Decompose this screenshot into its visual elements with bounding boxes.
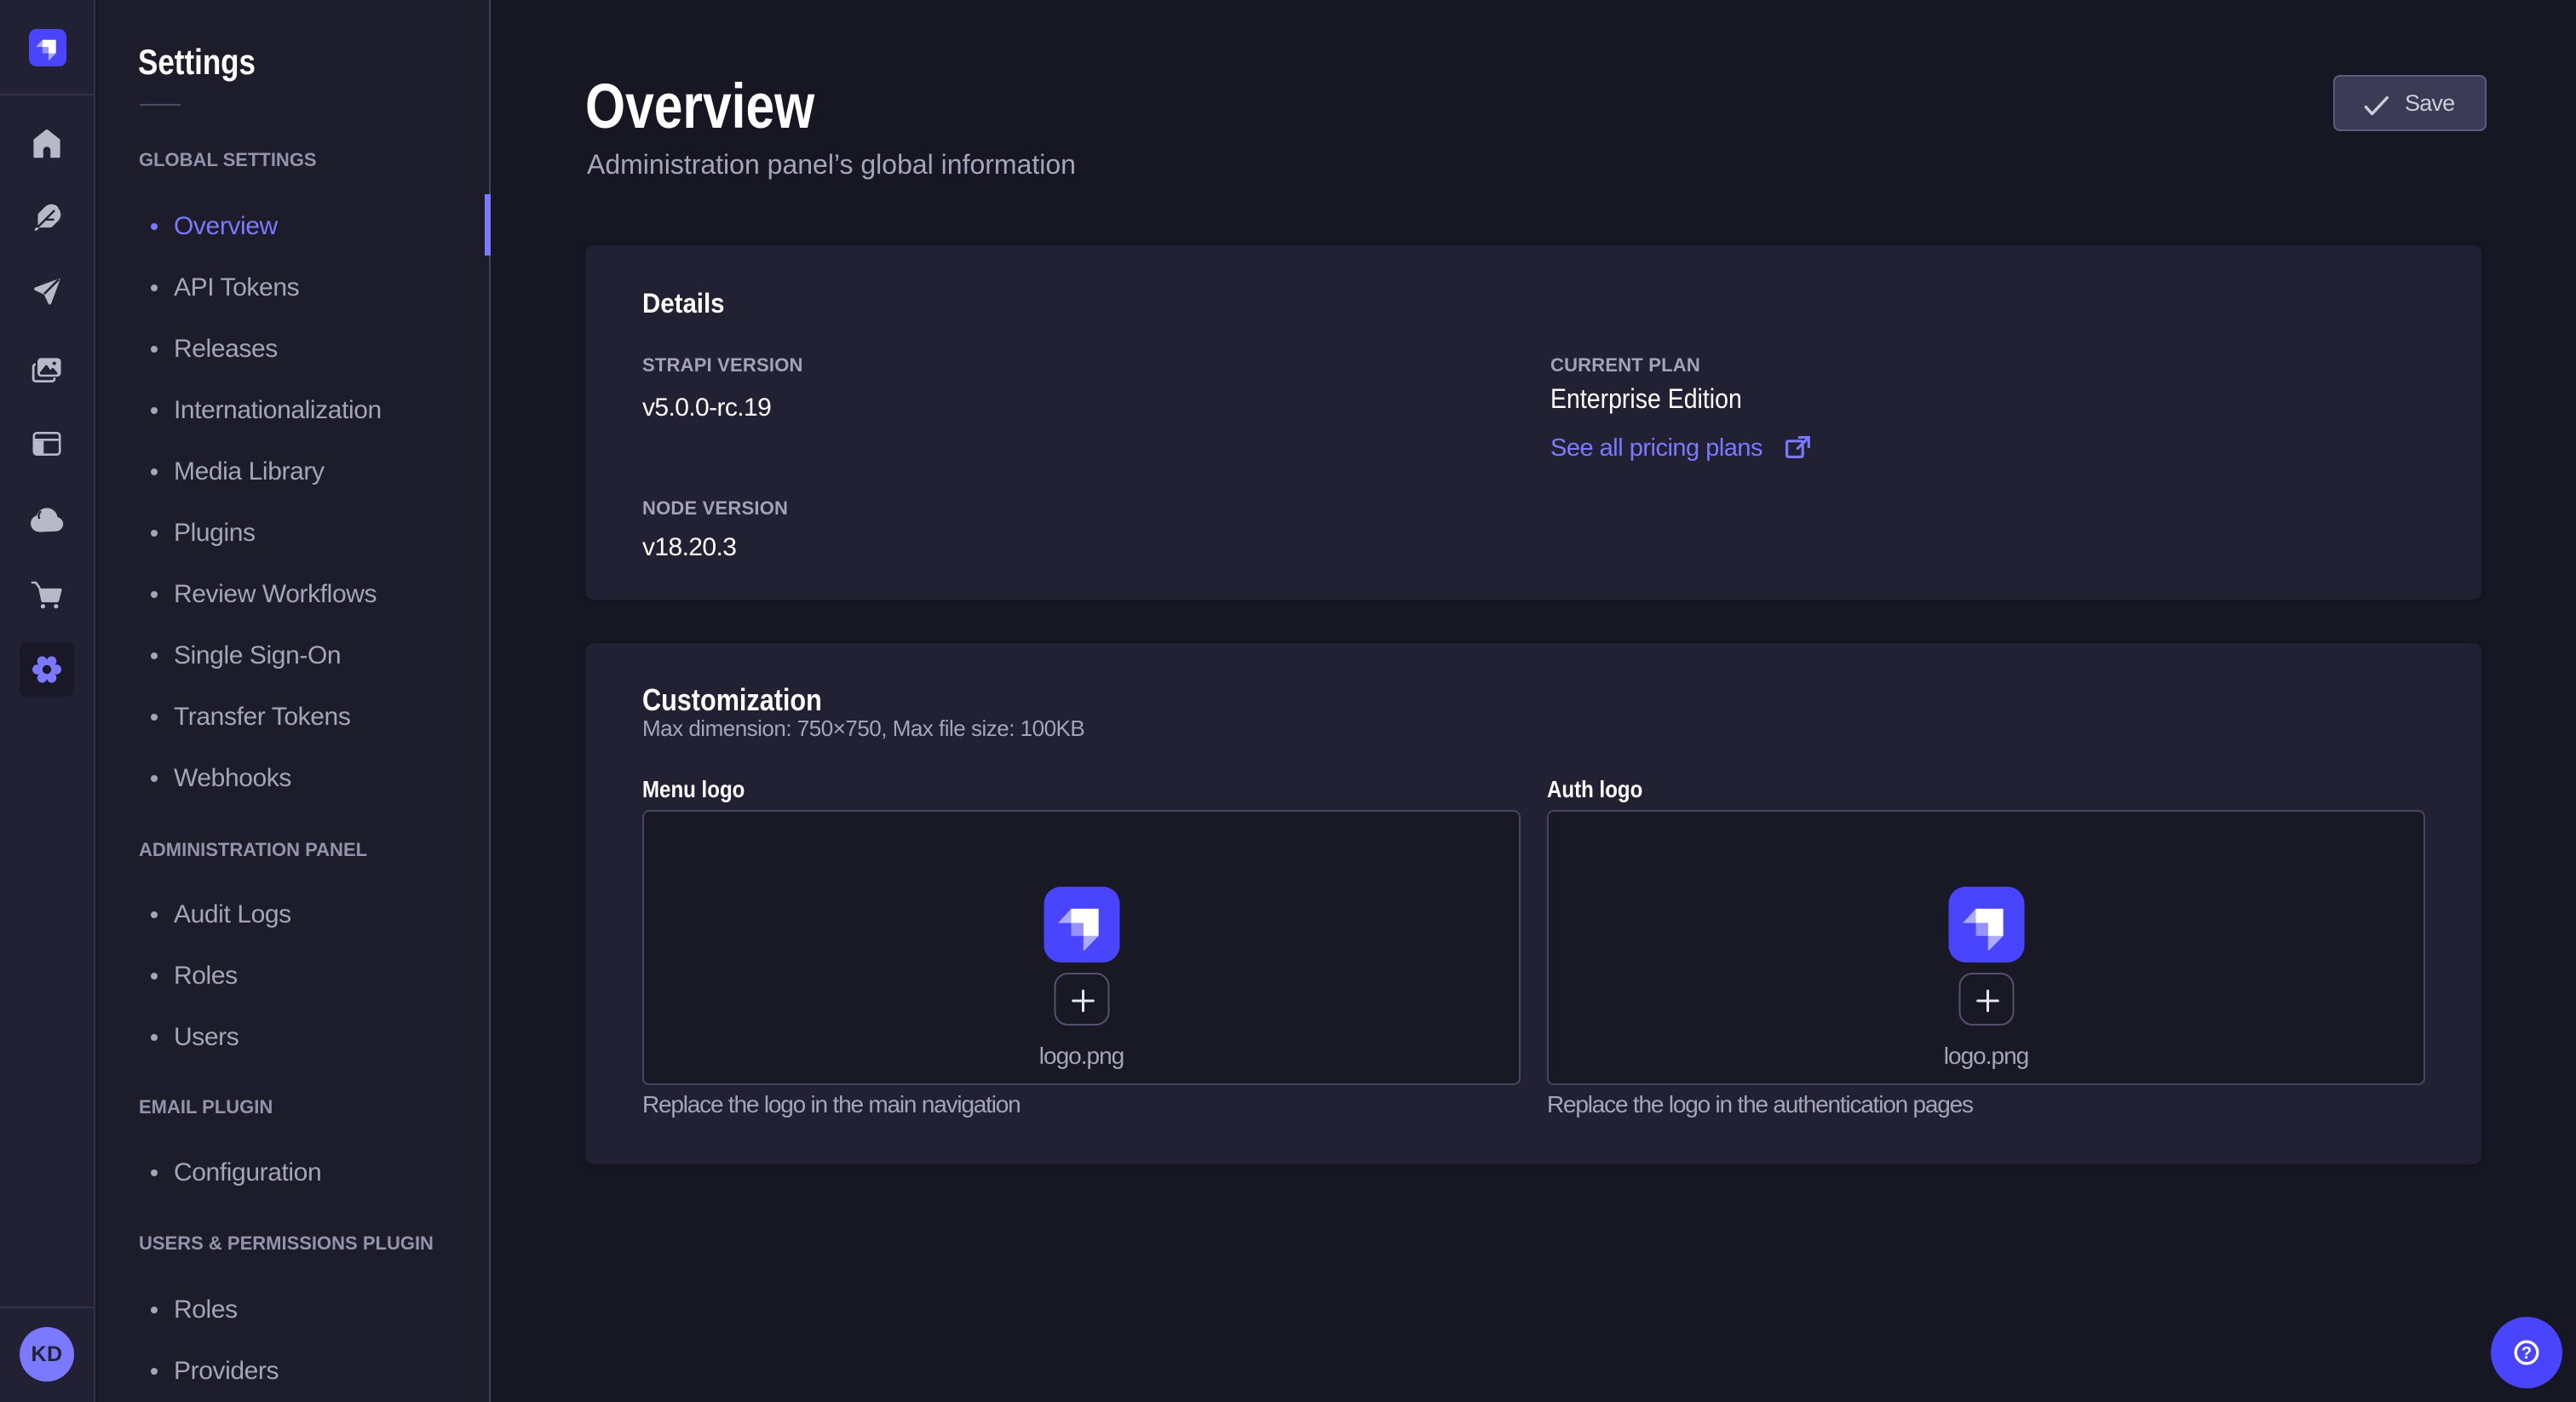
svg-text:?: ? <box>2521 1344 2532 1363</box>
